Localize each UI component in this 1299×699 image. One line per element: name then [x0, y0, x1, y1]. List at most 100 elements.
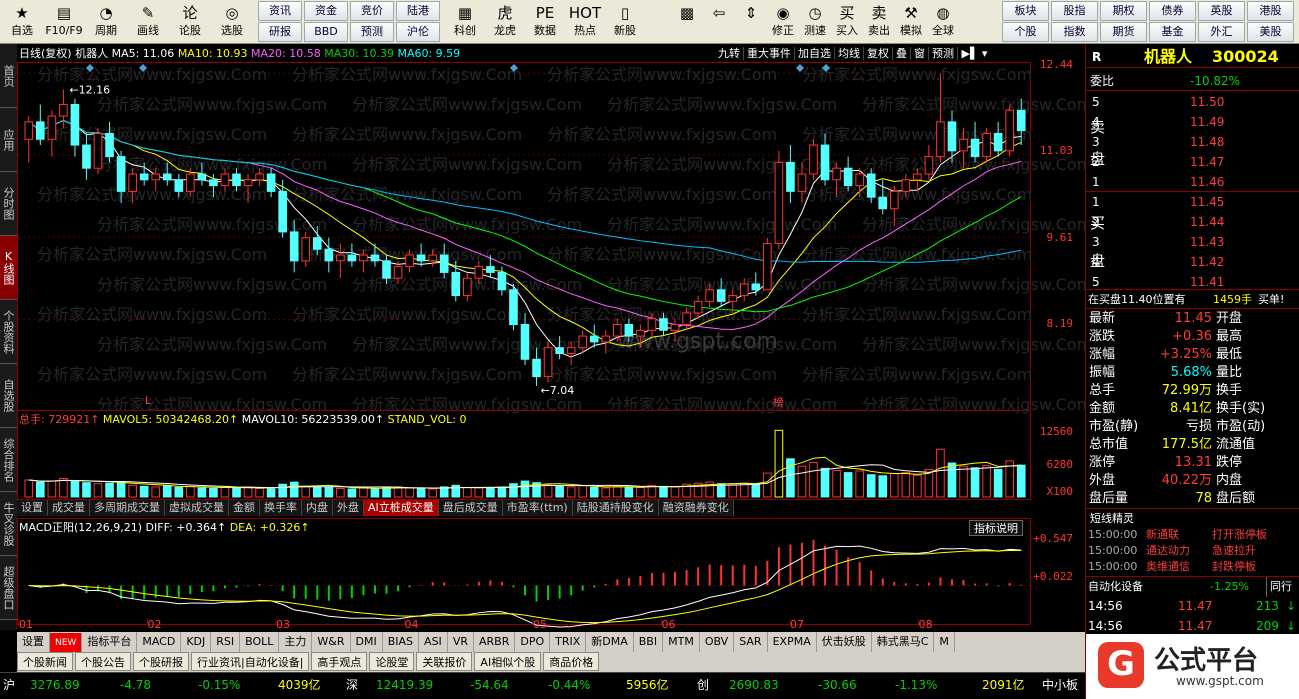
toolbar-stack-button[interactable]: BBD: [304, 22, 348, 42]
left-tab[interactable]: 个股资料: [0, 300, 17, 364]
volume-tab[interactable]: 虚拟成交量: [165, 500, 229, 516]
indicator-tab[interactable]: 设置: [17, 632, 50, 652]
info-tab[interactable]: 关联报价: [416, 652, 473, 671]
chart-tool-button[interactable]: 复权: [864, 47, 893, 60]
left-tab[interactable]: 应用: [0, 108, 17, 172]
info-tab[interactable]: 行业资讯|自动化设备|: [191, 652, 310, 671]
chart-tool-button[interactable]: 均线: [835, 47, 864, 60]
info-tab[interactable]: 高手观点: [311, 652, 368, 671]
indicator-tab[interactable]: NEW: [50, 633, 83, 653]
toolbar-stack-button[interactable]: 资金: [304, 1, 348, 21]
volume-tab[interactable]: AI立桩成交量: [364, 500, 439, 516]
indicator-tab[interactable]: BOLL: [240, 632, 280, 652]
left-tab[interactable]: K线图: [0, 236, 17, 300]
indicator-tab[interactable]: VR: [448, 632, 474, 652]
indicator-tab[interactable]: 主力: [279, 632, 313, 652]
indicator-tab[interactable]: 指标平台: [82, 632, 138, 652]
indicator-tab[interactable]: KDJ: [181, 632, 212, 652]
indicator-tab[interactable]: TRIX: [550, 632, 587, 652]
indicator-tab[interactable]: SAR: [734, 632, 768, 652]
left-tab[interactable]: 自选股: [0, 364, 17, 428]
sector-name[interactable]: 自动化设备: [1088, 577, 1143, 597]
toolbar-right-button[interactable]: ⇦: [704, 2, 734, 42]
info-tab[interactable]: 个股研报: [133, 652, 189, 671]
volume-tab[interactable]: 换手率: [260, 500, 302, 516]
toolbar-mid-button[interactable]: 虎龙虎: [486, 2, 524, 42]
indicator-tab[interactable]: 伏击妖股: [817, 632, 872, 652]
left-tab[interactable]: 超级盘口: [0, 556, 17, 620]
indicator-tab[interactable]: 新DMA: [586, 632, 634, 652]
toolbar-right-button[interactable]: ◷ 测速: [800, 2, 830, 42]
indicator-tab[interactable]: BIAS: [383, 632, 420, 652]
chart-tool-button[interactable]: 九转: [715, 47, 744, 60]
toolbar-market-button[interactable]: 期权: [1100, 1, 1147, 21]
volume-tab[interactable]: 设置: [17, 500, 48, 516]
toolbar-market-button[interactable]: 美股: [1247, 22, 1294, 42]
toolbar-left-button[interactable]: ◔ 周期: [86, 2, 126, 42]
kline-chart-area[interactable]: 分析家公式网www.fxjgsw.Com 分析家公式网www.fxjgsw.Com…: [17, 44, 1085, 630]
toolbar-market-button[interactable]: 个股: [1002, 22, 1049, 42]
indicator-tab[interactable]: M: [934, 632, 955, 652]
indicator-tab[interactable]: ARBR: [474, 632, 516, 652]
toolbar-stack-button[interactable]: 陆港: [396, 1, 440, 21]
toolbar-right-button[interactable]: ▩: [672, 2, 702, 42]
info-tab[interactable]: 论股堂: [369, 652, 415, 671]
toolbar-left-button[interactable]: 论论股: [170, 2, 210, 42]
toolbar-market-button[interactable]: 股指: [1051, 1, 1098, 21]
toolbar-market-button[interactable]: 外汇: [1198, 22, 1245, 42]
toolbar-left-button[interactable]: ✎ 画线: [128, 2, 168, 42]
sprite-row[interactable]: 15:00:00 新通联 打开涨停板: [1086, 527, 1299, 543]
volume-tab[interactable]: 成交量: [48, 500, 90, 516]
toolbar-market-button[interactable]: 基金: [1149, 22, 1196, 42]
toolbar-stack-button[interactable]: 竞价: [350, 1, 394, 21]
toolbar-market-button[interactable]: 债券: [1149, 1, 1196, 21]
toolbar-market-button[interactable]: 板块: [1002, 1, 1049, 21]
toolbar-market-button[interactable]: 期货: [1100, 22, 1147, 42]
indicator-tab[interactable]: ASI: [419, 632, 448, 652]
info-tab[interactable]: AI相似个股: [474, 652, 542, 671]
toolbar-right-button[interactable]: ⚒ 模拟: [896, 2, 926, 42]
toolbar-mid-button[interactable]: ▯ 新股: [606, 2, 644, 42]
left-tab[interactable]: 分时图: [0, 172, 17, 236]
left-tab[interactable]: 牛叉诊股: [0, 492, 17, 556]
left-tab[interactable]: 首页: [0, 44, 17, 108]
toolbar-market-button[interactable]: 指数: [1051, 22, 1098, 42]
toolbar-stack-button[interactable]: 沪伦: [396, 22, 440, 42]
indicator-tab[interactable]: OBV: [700, 632, 735, 652]
indicator-tab[interactable]: W&R: [312, 632, 351, 652]
toolbar-stack-button[interactable]: 研报: [258, 22, 302, 42]
toolbar-mid-button[interactable]: HOT 热点: [566, 2, 604, 42]
toolbar-right-button[interactable]: ◍ 全球: [928, 2, 958, 42]
chart-tool-button[interactable]: 重大事件: [744, 47, 795, 60]
volume-tab[interactable]: 金额: [229, 500, 260, 516]
volume-tab[interactable]: 多周期成交量: [90, 500, 165, 516]
toolbar-market-button[interactable]: 英股: [1198, 1, 1245, 21]
volume-tab[interactable]: 内盘: [302, 500, 333, 516]
indicator-tab[interactable]: MTM: [663, 632, 700, 652]
toolbar-right-button[interactable]: ◉ 修正: [768, 2, 798, 42]
chart-tool-button[interactable]: 预测: [929, 47, 958, 60]
indicator-tab[interactable]: DPO: [515, 632, 551, 652]
toolbar-market-button[interactable]: 港股: [1247, 1, 1294, 21]
toolbar-right-button[interactable]: ⇕: [736, 2, 766, 42]
volume-tab[interactable]: 陆股通持股变化: [572, 500, 659, 516]
volume-tab[interactable]: 融资融券变化: [658, 500, 734, 516]
toolbar-left-button[interactable]: ★ 自选: [2, 2, 42, 42]
indicator-tab[interactable]: DMI: [351, 632, 383, 652]
info-tab[interactable]: 个股新闻: [17, 652, 73, 671]
chart-tool-button[interactable]: 窗: [911, 47, 929, 60]
indicator-tab[interactable]: BBI: [634, 632, 664, 652]
indicator-tab[interactable]: 韩式黑马C: [872, 632, 935, 652]
toolbar-stack-button[interactable]: 资讯: [258, 1, 302, 21]
indicator-tab[interactable]: MACD: [137, 632, 182, 652]
indicator-help-button[interactable]: 指标说明: [969, 520, 1023, 536]
small-board-label[interactable]: 中小板: [1042, 675, 1078, 695]
toolbar-left-button[interactable]: ▤ F10/F9: [44, 2, 84, 42]
chart-tool-button[interactable]: 加自选: [795, 47, 835, 60]
indicator-tab[interactable]: RSI: [211, 632, 241, 652]
toolbar-left-button[interactable]: ◎ 选股: [212, 2, 252, 42]
toolbar-mid-button[interactable]: ▦ 科创: [446, 2, 484, 42]
toolbar-right-button[interactable]: 买买入: [832, 2, 862, 42]
chart-nav-arrow-icon[interactable]: ▶▌ ▾: [958, 47, 987, 60]
chart-tool-button[interactable]: 叠: [893, 47, 911, 60]
